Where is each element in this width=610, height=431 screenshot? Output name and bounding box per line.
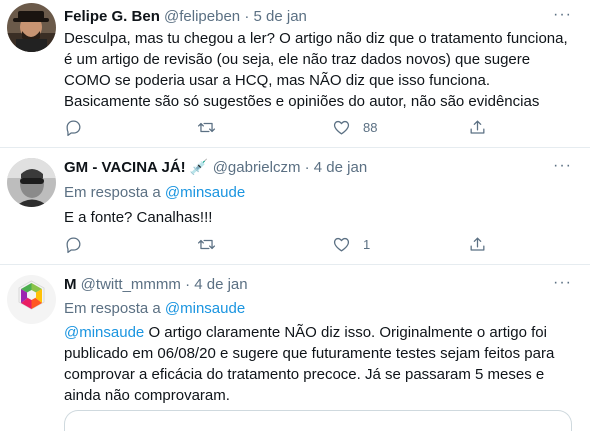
tweet-2[interactable]: GM - VACINA JÁ! 💉 @gabrielczm · 4 de jan… bbox=[0, 147, 590, 265]
tweet-date[interactable]: 4 de jan bbox=[194, 276, 247, 293]
tweet-text-line: E a fonte? Canalhas!!! bbox=[64, 209, 213, 226]
reply-icon bbox=[66, 237, 81, 253]
like-button[interactable]: 1 bbox=[332, 234, 370, 254]
share-button[interactable] bbox=[468, 117, 487, 137]
tweet-date[interactable]: 4 de jan bbox=[314, 159, 367, 176]
more-icon[interactable]: ··· bbox=[553, 156, 572, 176]
reply-to-link[interactable]: @minsaude bbox=[165, 300, 245, 317]
tweet-text: E a fonte? Canalhas!!! bbox=[64, 207, 578, 228]
tweet-date[interactable]: 5 de jan bbox=[254, 8, 307, 25]
reply-prefix: Em resposta a bbox=[64, 184, 161, 201]
tweet-header: GM - VACINA JÁ! 💉 @gabrielczm · 4 de jan… bbox=[64, 156, 578, 182]
tweet-3[interactable]: M @twitt_mmmm · 4 de jan ··· Em resposta… bbox=[0, 264, 590, 431]
tweet-text-line: ainda não comprovaram. bbox=[64, 387, 230, 404]
user-handle[interactable]: @gabrielczm bbox=[213, 159, 301, 176]
retweet-icon bbox=[197, 239, 216, 249]
avatar-gm[interactable] bbox=[7, 158, 56, 207]
reply-button[interactable] bbox=[64, 117, 83, 137]
reply-context: Em resposta a @minsaude bbox=[64, 183, 245, 203]
tweet-text-line: é um artigo de revisão (ou seja, ele não… bbox=[64, 51, 531, 68]
reply-context: Em resposta a @minsaude bbox=[64, 299, 245, 319]
user-handle[interactable]: @twitt_mmmm bbox=[81, 276, 181, 293]
heart-icon bbox=[333, 237, 350, 251]
tweet-text-line: Desculpa, mas tu chegou a ler? O artigo … bbox=[64, 30, 568, 47]
like-count: 88 bbox=[363, 119, 378, 135]
reply-prefix: Em resposta a bbox=[64, 300, 161, 317]
tweet-text: @minsaude O artigo claramente NÃO diz is… bbox=[64, 322, 578, 406]
tweet-text: Desculpa, mas tu chegou a ler? O artigo … bbox=[64, 28, 578, 112]
share-button[interactable] bbox=[468, 234, 487, 254]
tweet-text-line: @minsaude O artigo claramente NÃO diz is… bbox=[64, 322, 578, 343]
user-handle[interactable]: @felipeben bbox=[164, 8, 240, 25]
like-button[interactable]: 88 bbox=[332, 117, 377, 137]
separator-dot: · bbox=[185, 276, 191, 293]
tweet-header: M @twitt_mmmm · 4 de jan ··· bbox=[64, 273, 578, 299]
tweet-1[interactable]: Felipe G. Ben @felipeben · 5 de jan ··· … bbox=[0, 0, 590, 148]
tweet-text-line: publicado em 06/08/20 e sugere que futur… bbox=[64, 345, 555, 362]
link-card[interactable] bbox=[64, 410, 572, 431]
retweet-button[interactable] bbox=[197, 117, 216, 137]
tweet-actions: 88 bbox=[64, 117, 504, 137]
retweet-icon bbox=[197, 122, 216, 132]
more-icon[interactable]: ··· bbox=[553, 5, 572, 25]
retweet-button[interactable] bbox=[197, 234, 216, 254]
tweet-text-line: comprovar a eficácia do tratamento preco… bbox=[64, 366, 545, 383]
like-count: 1 bbox=[363, 236, 371, 252]
separator-dot: · bbox=[244, 8, 250, 25]
display-name[interactable]: Felipe G. Ben bbox=[64, 8, 160, 25]
more-icon[interactable]: ··· bbox=[553, 273, 572, 293]
share-icon bbox=[470, 120, 485, 134]
mention-link[interactable]: @minsaude bbox=[64, 324, 144, 341]
tweet-text-segment: O artigo claramente NÃO diz isso. Origin… bbox=[144, 324, 547, 341]
display-name[interactable]: GM - VACINA JÁ! 💉 bbox=[64, 159, 209, 176]
separator-dot: · bbox=[304, 159, 310, 176]
share-icon bbox=[470, 237, 485, 251]
tweet-actions: 1 bbox=[64, 234, 504, 254]
tweet-text-line: Basicamente são só sugestões e opiniões … bbox=[64, 93, 540, 110]
tweet-text-line: COMO se poderia usar a HCQ, mas NÃO diz … bbox=[64, 72, 491, 89]
avatar-m[interactable] bbox=[7, 275, 56, 324]
avatar-felipe[interactable] bbox=[7, 3, 56, 52]
reply-icon bbox=[66, 120, 81, 136]
display-name[interactable]: M bbox=[64, 276, 77, 293]
reply-to-link[interactable]: @minsaude bbox=[165, 184, 245, 201]
reply-button[interactable] bbox=[64, 234, 83, 254]
heart-icon bbox=[333, 120, 350, 134]
